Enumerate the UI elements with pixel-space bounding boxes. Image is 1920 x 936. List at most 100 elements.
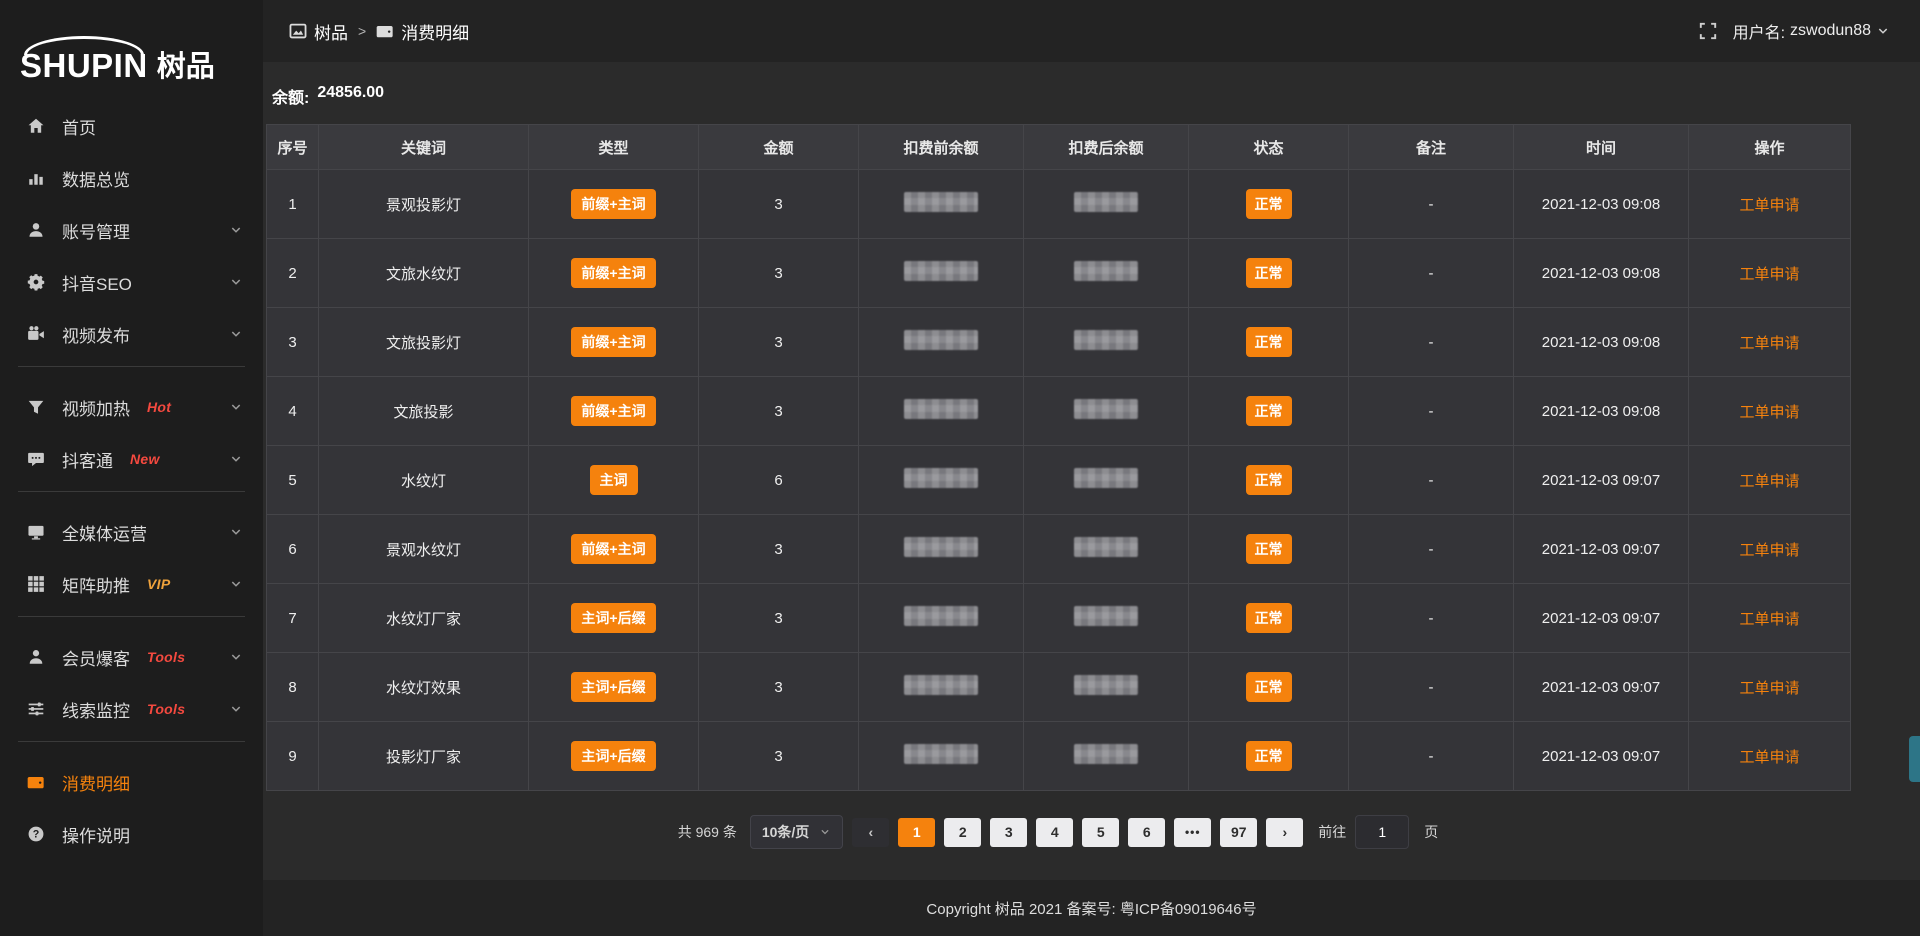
- cell-no: 9: [267, 722, 319, 791]
- breadcrumb-root[interactable]: 树品: [289, 19, 348, 44]
- masked-balance-before: [904, 261, 978, 281]
- chevron-down-icon: [819, 826, 831, 838]
- page-button-2[interactable]: 2: [944, 818, 981, 847]
- main-content: 余额: 24856.00 序号关键词类型金额扣费前余额扣费后余额状态备注时间操作…: [263, 62, 1920, 880]
- breadcrumb-current[interactable]: 消费明细: [376, 19, 469, 44]
- sidebar-item-home[interactable]: 首页: [0, 106, 263, 146]
- table-row: 3文旅投影灯前缀+主词3正常-2021-12-03 09:08工单申请: [267, 308, 1851, 377]
- page-button-97[interactable]: 97: [1220, 818, 1257, 847]
- goto-page-input[interactable]: [1355, 815, 1409, 849]
- status-badge: 正常: [1246, 672, 1292, 702]
- menu-divider: [18, 616, 245, 617]
- cell-amount: 3: [699, 170, 859, 239]
- masked-balance-before: [904, 606, 978, 626]
- next-page-button[interactable]: ›: [1266, 818, 1303, 847]
- goto-unit: 页: [1424, 822, 1438, 842]
- logo[interactable]: SHUPIN 树品: [0, 0, 263, 86]
- sidebar-item-tag: Hot: [147, 399, 171, 415]
- column-header: 金额: [699, 125, 859, 170]
- sidebar-item-consumption-detail[interactable]: 消费明细: [0, 762, 263, 802]
- picture-icon: [289, 22, 307, 40]
- sidebar-item-label: 抖客通: [62, 447, 113, 472]
- sidebar-item-all-media-operation[interactable]: 全媒体运营: [0, 512, 263, 552]
- page-button-4[interactable]: 4: [1036, 818, 1073, 847]
- person-icon: [27, 648, 45, 666]
- chevron-down-icon: [229, 650, 243, 664]
- video-icon: [27, 325, 45, 343]
- cell-no: 3: [267, 308, 319, 377]
- fullscreen-icon[interactable]: [1699, 22, 1717, 40]
- ticket-request-link[interactable]: 工单申请: [1739, 749, 1799, 766]
- sidebar-item-tag: New: [130, 451, 160, 467]
- page-button-3[interactable]: 3: [990, 818, 1027, 847]
- ticket-request-link[interactable]: 工单申请: [1739, 404, 1799, 421]
- total-count: 共 969 条: [678, 822, 737, 842]
- ticket-request-link[interactable]: 工单申请: [1739, 542, 1799, 559]
- cell-amount: 3: [699, 584, 859, 653]
- sidebar-item-member-marketing[interactable]: 会员爆客Tools: [0, 637, 263, 677]
- sidebar: SHUPIN 树品 首页数据总览账号管理抖音SEO 视频发布视频加热 Hot 抖客通 N…: [0, 0, 263, 936]
- home-icon: [27, 117, 45, 135]
- ticket-request-link[interactable]: 工单申请: [1739, 473, 1799, 490]
- cell-no: 8: [267, 653, 319, 722]
- cell-keyword: 文旅投影灯: [319, 308, 529, 377]
- ticket-request-link[interactable]: 工单申请: [1739, 266, 1799, 283]
- prev-page-button[interactable]: ‹: [852, 818, 889, 847]
- balance-value: 24856.00: [317, 84, 384, 108]
- ticket-request-link[interactable]: 工单申请: [1739, 335, 1799, 352]
- sidebar-item-data-overview[interactable]: 数据总览: [0, 158, 263, 198]
- cell-remark: -: [1349, 515, 1514, 584]
- bar-chart-icon: [27, 169, 45, 187]
- type-badge: 前缀+主词: [571, 189, 655, 219]
- page-button-6[interactable]: 6: [1128, 818, 1165, 847]
- ticket-request-link[interactable]: 工单申请: [1739, 680, 1799, 697]
- status-badge: 正常: [1246, 258, 1292, 288]
- sidebar-item-video-heating[interactable]: 视频加热 Hot: [0, 387, 263, 427]
- sliders-icon: [27, 700, 45, 718]
- page-button-1[interactable]: 1: [898, 818, 935, 847]
- floating-widget[interactable]: [1909, 736, 1920, 782]
- breadcrumb: 树品 > 消费明细: [289, 19, 469, 44]
- page-button-5[interactable]: 5: [1082, 818, 1119, 847]
- user-menu[interactable]: 用户名: zswodun88: [1733, 19, 1890, 43]
- sidebar-item-label: 视频加热: [62, 395, 130, 420]
- table-row: 9投影灯厂家主词+后缀3正常-2021-12-03 09:07工单申请: [267, 722, 1851, 791]
- cell-time: 2021-12-03 09:07: [1514, 653, 1689, 722]
- cell-time: 2021-12-03 09:08: [1514, 170, 1689, 239]
- sidebar-item-label: 全媒体运营: [62, 520, 147, 545]
- status-badge: 正常: [1246, 603, 1292, 633]
- ticket-request-link[interactable]: 工单申请: [1739, 611, 1799, 628]
- sidebar-item-instructions[interactable]: ?操作说明: [0, 814, 263, 854]
- cell-remark: -: [1349, 446, 1514, 515]
- cell-remark: -: [1349, 653, 1514, 722]
- sidebar-item-video-publish[interactable]: 视频发布: [0, 314, 263, 354]
- cell-no: 7: [267, 584, 319, 653]
- sidebar-item-lead-monitoring[interactable]: 线索监控Tools: [0, 689, 263, 729]
- status-badge: 正常: [1246, 327, 1292, 357]
- type-badge: 主词: [590, 465, 638, 495]
- ticket-request-link[interactable]: 工单申请: [1739, 197, 1799, 214]
- sidebar-item-matrix-boost[interactable]: 矩阵助推VIP: [0, 564, 263, 604]
- wallet-small-icon: [376, 22, 394, 40]
- masked-balance-before: [904, 330, 978, 350]
- cell-keyword: 景观投影灯: [319, 170, 529, 239]
- cell-amount: 3: [699, 308, 859, 377]
- status-badge: 正常: [1246, 534, 1292, 564]
- sidebar-item-account-management[interactable]: 账号管理: [0, 210, 263, 250]
- cell-no: 4: [267, 377, 319, 446]
- cell-time: 2021-12-03 09:08: [1514, 308, 1689, 377]
- cell-keyword: 水纹灯厂家: [319, 584, 529, 653]
- wallet-icon: [27, 773, 45, 791]
- chevron-down-icon: [229, 223, 243, 237]
- sidebar-item-label: 矩阵助推: [62, 572, 130, 597]
- sidebar-item-douyin-seo[interactable]: 抖音SEO: [0, 262, 263, 302]
- footer: Copyright 树品 2021 备案号: 粤ICP备09019646号: [263, 880, 1920, 936]
- page-size-select[interactable]: 10条/页: [750, 815, 843, 849]
- type-badge: 主词+后缀: [571, 741, 655, 771]
- sidebar-item-label: 消费明细: [62, 770, 130, 795]
- type-badge: 主词+后缀: [571, 672, 655, 702]
- cell-no: 6: [267, 515, 319, 584]
- more-pages-button[interactable]: •••: [1174, 818, 1211, 847]
- cell-keyword: 景观水纹灯: [319, 515, 529, 584]
- sidebar-item-douketong[interactable]: 抖客通 New: [0, 439, 263, 479]
